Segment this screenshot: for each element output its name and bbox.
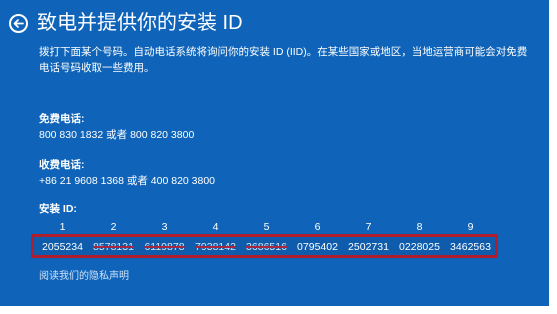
column-number: 1 — [59, 221, 66, 233]
install-id-label: 安装 ID: — [39, 203, 77, 215]
install-id-group: 0228025 — [399, 241, 440, 253]
install-id-group: 2502731 — [348, 241, 389, 253]
column-number: 2 — [110, 221, 117, 233]
toll-label: 收费电话: — [39, 159, 85, 171]
instructions-text: 拨打下面某个号码。自动电话系统将询问你的安装 ID (IID)。在某些国家或地区… — [39, 46, 528, 74]
toll-numbers: +86 21 9608 1368 或者 400 820 3800 — [39, 175, 216, 187]
column-number: 3 — [161, 221, 168, 233]
toll-free-numbers: 800 830 1832 或者 800 820 3800 — [39, 129, 195, 141]
install-id-group: 0795402 — [297, 241, 338, 253]
back-button[interactable] — [9, 14, 28, 33]
install-id-group: 7938142 — [195, 241, 236, 253]
install-id-group: 6119878 — [144, 241, 185, 253]
install-id-column-numbers: 1 2 3 4 5 6 7 8 9 — [37, 220, 494, 234]
column-number: 9 — [467, 221, 474, 233]
install-id-group: 3686516 — [246, 241, 287, 253]
page-title: 致电并提供你的安装 ID — [37, 12, 243, 34]
arrow-left-icon — [13, 19, 24, 28]
column-number: 7 — [365, 221, 372, 233]
column-number: 8 — [416, 221, 423, 233]
privacy-statement-link[interactable]: 阅读我们的隐私声明 — [39, 270, 129, 284]
install-id-group: 2055234 — [42, 241, 83, 253]
activation-panel: 致电并提供你的安装 ID 拨打下面某个号码。自动电话系统将询问你的安装 ID (… — [0, 0, 549, 306]
column-number: 6 — [314, 221, 321, 233]
column-number: 5 — [263, 221, 270, 233]
install-id-group: 8578131 — [93, 241, 134, 253]
column-number: 4 — [212, 221, 219, 233]
install-id-groups: 2055234 8578131 6119878 7938142 3686516 … — [37, 240, 497, 254]
toll-free-label: 免费电话: — [39, 113, 85, 125]
install-id-group: 3462563 — [450, 241, 491, 253]
